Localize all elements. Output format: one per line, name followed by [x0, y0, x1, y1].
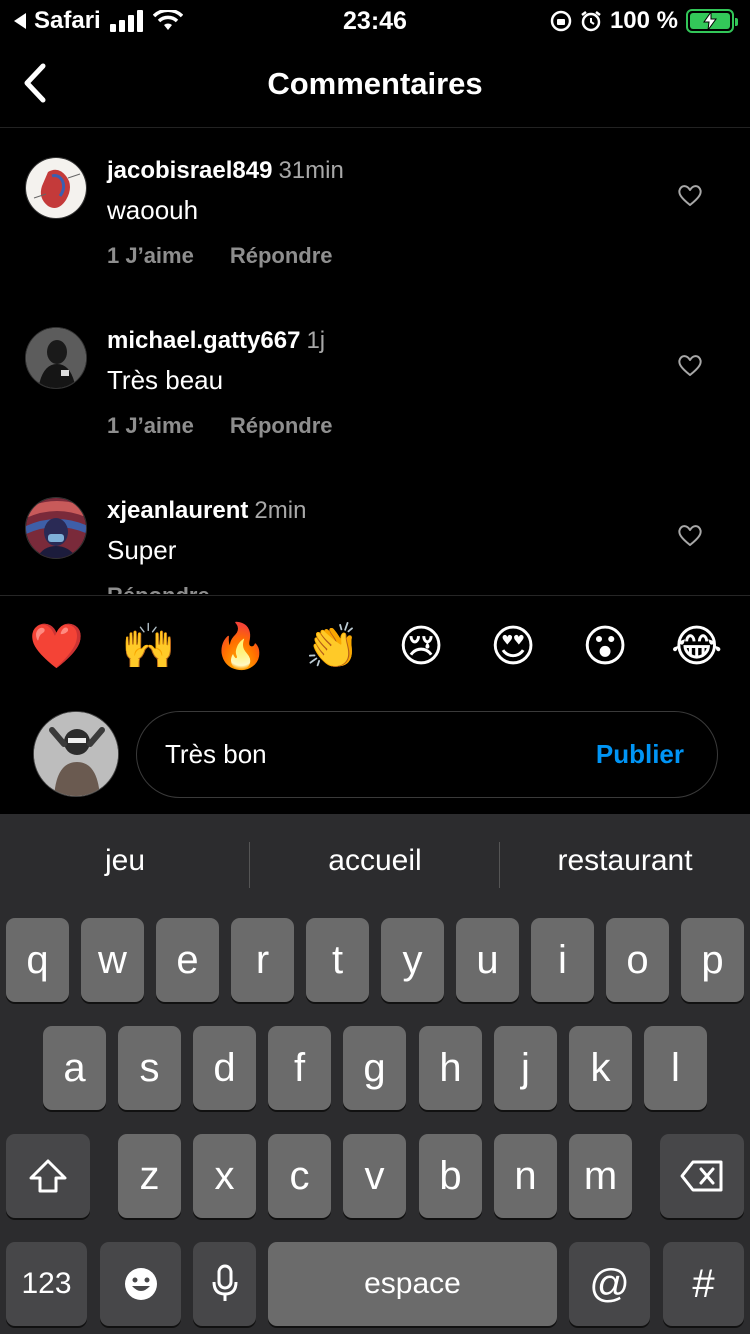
- microphone-icon: [212, 1264, 237, 1301]
- comment-item: jacobisrael849 31min waoouh 1 J’aime Répo…: [0, 129, 750, 299]
- heart-icon[interactable]: [676, 351, 704, 379]
- rotation-lock-icon: [550, 10, 572, 32]
- battery-percent: 100 %: [609, 7, 678, 34]
- emoji-crying[interactable]: 😢: [396, 622, 446, 672]
- comment-input[interactable]: Très bon Publier: [136, 711, 718, 798]
- comment-item: michael.gatty667 1j Très beau 1 J’aime Ré…: [0, 299, 750, 469]
- key-m[interactable]: m: [569, 1134, 632, 1218]
- key-b[interactable]: b: [419, 1134, 482, 1218]
- key-d[interactable]: d: [193, 1026, 256, 1110]
- avatar[interactable]: [25, 327, 87, 389]
- emoji-heart-eyes[interactable]: 😍: [488, 622, 538, 672]
- publish-button[interactable]: Publier: [596, 739, 684, 770]
- backspace-icon: [680, 1160, 723, 1192]
- suggestion[interactable]: restaurant: [500, 844, 750, 878]
- comment-text: Très beau: [107, 365, 224, 395]
- page-title: Commentaires: [267, 66, 483, 101]
- emoji-quick-bar: ❤️ 🙌 🔥 👏 😢 😍 😮 😂: [0, 595, 750, 705]
- at-key[interactable]: @: [569, 1242, 650, 1326]
- key-z[interactable]: z: [118, 1134, 181, 1218]
- status-bar: Safari 23:46 100 %: [0, 0, 750, 42]
- reply-button[interactable]: Répondre: [230, 243, 333, 269]
- key-c[interactable]: c: [268, 1134, 331, 1218]
- heart-icon[interactable]: [676, 181, 704, 209]
- comment-likes[interactable]: 1 J’aime: [107, 413, 194, 439]
- comment-text: Super: [107, 535, 177, 565]
- key-h[interactable]: h: [419, 1026, 482, 1110]
- comment-time: 2min: [254, 497, 307, 524]
- comment-text: waoouh: [107, 195, 199, 225]
- emoji-surprised[interactable]: 😮: [580, 622, 630, 672]
- key-p[interactable]: p: [681, 918, 744, 1002]
- key-v[interactable]: v: [343, 1134, 406, 1218]
- backspace-key[interactable]: [660, 1134, 744, 1218]
- reply-button[interactable]: Répondre: [230, 413, 333, 439]
- key-x[interactable]: x: [193, 1134, 256, 1218]
- avatar[interactable]: [25, 157, 87, 219]
- key-q[interactable]: q: [6, 918, 69, 1002]
- key-g[interactable]: g: [343, 1026, 406, 1110]
- numbers-key[interactable]: 123: [6, 1242, 87, 1326]
- key-l[interactable]: l: [644, 1026, 707, 1110]
- shift-key[interactable]: [6, 1134, 90, 1218]
- key-t[interactable]: t: [306, 918, 369, 1002]
- comment-list[interactable]: jacobisrael849 31min waoouh 1 J’aime Répo…: [0, 129, 750, 594]
- comment-username[interactable]: jacobisrael849: [107, 157, 272, 184]
- key-f[interactable]: f: [268, 1026, 331, 1110]
- heart-icon[interactable]: [676, 521, 704, 549]
- key-w[interactable]: w: [81, 918, 144, 1002]
- comment-username[interactable]: xjeanlaurent: [107, 497, 248, 524]
- suggestion[interactable]: accueil: [250, 844, 500, 878]
- comment-time: 31min: [278, 157, 344, 184]
- header: Commentaires: [0, 42, 750, 128]
- key-i[interactable]: i: [531, 918, 594, 1002]
- alarm-icon: [581, 11, 601, 32]
- key-a[interactable]: a: [43, 1026, 106, 1110]
- key-e[interactable]: e: [156, 918, 219, 1002]
- space-key[interactable]: espace: [268, 1242, 557, 1326]
- emoji-key[interactable]: [100, 1242, 181, 1326]
- key-o[interactable]: o: [606, 918, 669, 1002]
- key-r[interactable]: r: [231, 918, 294, 1002]
- key-k[interactable]: k: [569, 1026, 632, 1110]
- comment-likes[interactable]: 1 J’aime: [107, 243, 194, 269]
- suggestion[interactable]: jeu: [0, 844, 250, 878]
- emoji-smiley-icon: [124, 1268, 157, 1300]
- comment-input-value[interactable]: Très bon: [165, 739, 267, 770]
- current-user-avatar: [33, 711, 119, 797]
- hash-key[interactable]: #: [663, 1242, 744, 1326]
- battery-icon: [686, 9, 738, 33]
- key-s[interactable]: s: [118, 1026, 181, 1110]
- shift-icon: [29, 1159, 67, 1193]
- comment-item: xjeanlaurent2min Super Répondre: [0, 469, 750, 594]
- comment-time: 1j: [306, 327, 326, 354]
- emoji-fire[interactable]: 🔥: [213, 622, 268, 672]
- comment-username[interactable]: michael.gatty667: [107, 327, 300, 354]
- key-y[interactable]: y: [381, 918, 444, 1002]
- emoji-heart[interactable]: ❤️: [29, 622, 84, 672]
- emoji-raising-hands[interactable]: 🙌: [121, 622, 176, 672]
- key-u[interactable]: u: [456, 918, 519, 1002]
- reply-button[interactable]: Répondre: [107, 583, 210, 594]
- key-j[interactable]: j: [494, 1026, 557, 1110]
- emoji-tears-of-joy[interactable]: 😂: [671, 622, 722, 672]
- emoji-clapping[interactable]: 👏: [305, 622, 360, 672]
- predictive-bar: jeu accueil restaurant: [0, 814, 750, 914]
- dictation-key[interactable]: [193, 1242, 256, 1326]
- avatar[interactable]: [25, 497, 87, 559]
- keyboard: jeu accueil restaurant q w e r t y u i o…: [0, 814, 750, 1334]
- key-n[interactable]: n: [494, 1134, 557, 1218]
